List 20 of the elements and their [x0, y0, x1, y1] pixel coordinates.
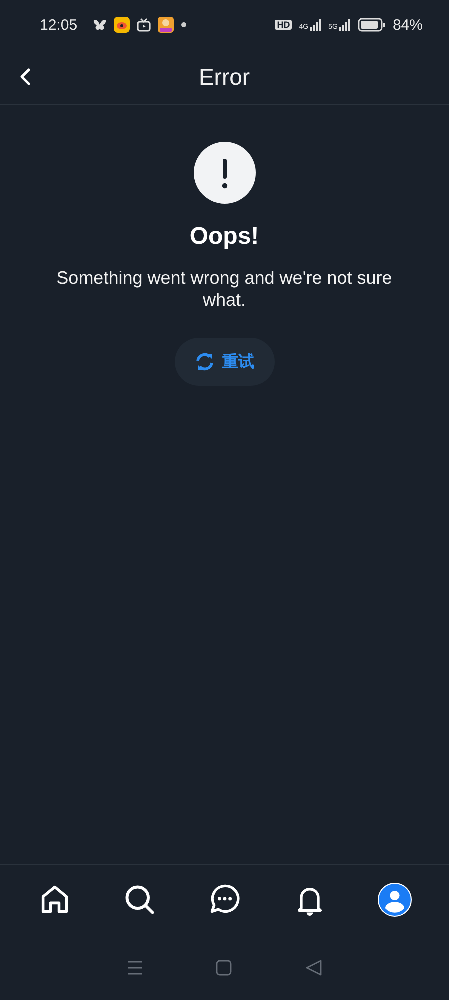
- error-title: Oops!: [190, 223, 260, 251]
- error-message: Something went wrong and we're not sure what.: [56, 267, 394, 311]
- tv-icon: [136, 18, 151, 32]
- dot-icon: [180, 22, 187, 28]
- retry-button[interactable]: 重试: [174, 338, 274, 386]
- page-title: Error: [198, 64, 250, 90]
- battery-percent: 84%: [392, 16, 423, 34]
- signal-icon: [338, 19, 351, 31]
- battery-icon: [358, 18, 386, 32]
- butterfly-icon: [92, 19, 107, 31]
- status-time: 12:05: [40, 16, 78, 34]
- home-button[interactable]: [216, 960, 232, 976]
- exclamation-icon: [192, 141, 256, 205]
- signal-icon: [310, 19, 322, 31]
- refresh-icon: [194, 352, 214, 372]
- menu-button[interactable]: [126, 960, 143, 976]
- avatar-icon[interactable]: [376, 881, 414, 919]
- hd-label: HD: [275, 20, 292, 30]
- app-icon: [114, 17, 130, 33]
- app-icon: [158, 17, 174, 33]
